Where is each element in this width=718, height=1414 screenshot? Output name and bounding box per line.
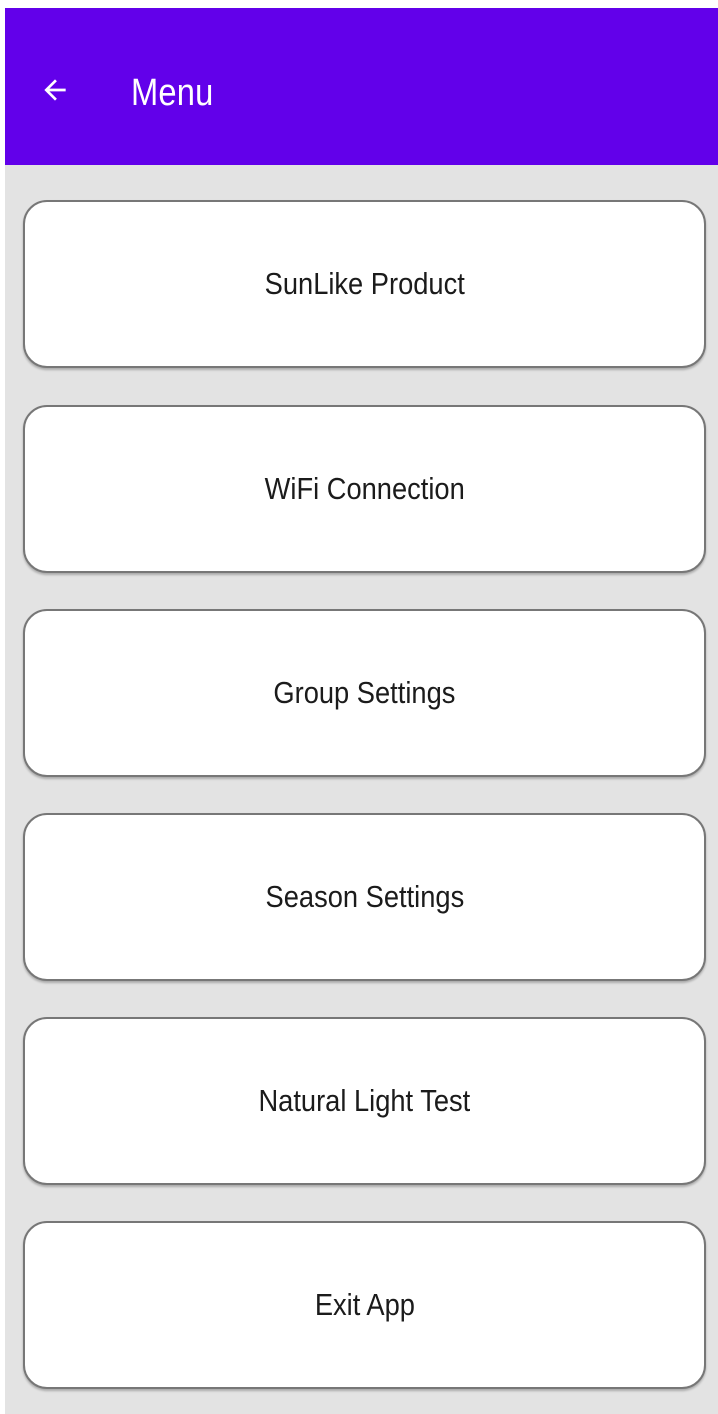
menu-button-label: Season Settings xyxy=(265,879,464,914)
exit-app-button[interactable]: Exit App xyxy=(23,1221,706,1389)
menu-button-label: Natural Light Test xyxy=(258,1083,471,1118)
group-settings-button[interactable]: Group Settings xyxy=(23,609,706,777)
season-settings-button[interactable]: Season Settings xyxy=(23,813,706,981)
menu-button-label: SunLike Product xyxy=(264,266,465,301)
app-bar: Menu xyxy=(5,8,718,165)
menu-button-label: Group Settings xyxy=(273,675,456,710)
app-screen: Menu SunLike Product WiFi Connection Gro… xyxy=(5,8,718,1414)
arrow-left-icon xyxy=(44,79,66,101)
natural-light-test-button[interactable]: Natural Light Test xyxy=(23,1017,706,1185)
wifi-connection-button[interactable]: WiFi Connection xyxy=(23,405,706,573)
menu-button-label: Exit App xyxy=(314,1287,415,1322)
menu-button-label: WiFi Connection xyxy=(264,471,465,506)
back-button[interactable] xyxy=(27,62,83,118)
sunlike-product-button[interactable]: SunLike Product xyxy=(23,200,706,368)
page-title: Menu xyxy=(131,72,214,114)
